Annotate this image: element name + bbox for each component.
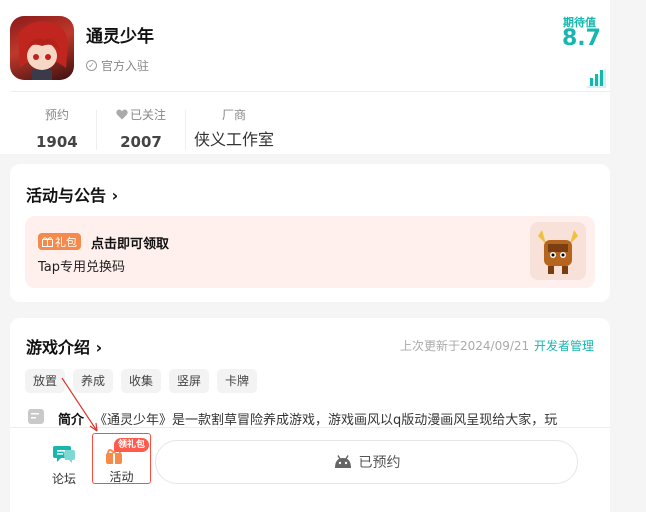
reservations-count: 1904 bbox=[36, 133, 78, 151]
summary-label: 简介 bbox=[58, 413, 85, 428]
activity-label: 活动 bbox=[109, 470, 134, 484]
gift-icon bbox=[42, 237, 53, 247]
intro-title[interactable]: 游戏介绍 › bbox=[26, 334, 102, 358]
activities-title[interactable]: 活动与公告 › bbox=[26, 182, 118, 206]
followed-label: 已关注 bbox=[130, 108, 167, 122]
gift-badge: 领礼包 bbox=[114, 438, 150, 452]
tag-chip[interactable]: 养成 bbox=[73, 369, 114, 393]
developer-manage-link[interactable]: 开发者管理 bbox=[534, 337, 594, 354]
tag-chip[interactable]: 放置 bbox=[25, 369, 66, 393]
heart-icon bbox=[116, 109, 128, 120]
game-header-card: 通灵少年 ✓ 官方入驻 期待值 8.7 预约 1904 已关注 2007 厂商 … bbox=[0, 0, 610, 154]
gift-character-art bbox=[530, 222, 586, 280]
tag-chip[interactable]: 收集 bbox=[121, 369, 162, 393]
reservations-stat: 预约 1904 bbox=[36, 106, 78, 151]
forum-label: 论坛 bbox=[51, 472, 76, 486]
document-icon bbox=[28, 409, 44, 424]
gift-banner[interactable]: 礼包 点击即可领取 Tap专用兑换码 bbox=[25, 216, 595, 288]
game-title: 通灵少年 bbox=[86, 27, 154, 47]
developer-label: 厂商 bbox=[222, 108, 247, 122]
forum-button[interactable]: 论坛 bbox=[50, 444, 78, 487]
summary-text: 《通灵少年》是一款割草冒险养成游戏，游戏画风以q版动漫画风呈现给大家，玩 bbox=[94, 413, 558, 428]
stat-divider bbox=[185, 110, 186, 150]
update-time: 上次更新于2024/09/21 bbox=[400, 339, 530, 353]
bottom-action-bar: 论坛 领礼包 活动 已预约 bbox=[10, 427, 610, 512]
official-label: 官方入驻 bbox=[101, 59, 150, 73]
gift-title: 点击即可领取 bbox=[91, 237, 170, 252]
score-trend-icon bbox=[586, 68, 606, 88]
reserved-label: 已预约 bbox=[358, 455, 401, 471]
gift-code-label: Tap专用兑换码 bbox=[38, 260, 126, 275]
tag-chip[interactable]: 卡牌 bbox=[217, 369, 258, 393]
reserved-button[interactable]: 已预约 bbox=[155, 440, 578, 484]
followers-stat[interactable]: 已关注 2007 bbox=[116, 106, 166, 151]
reservations-label: 预约 bbox=[44, 108, 69, 122]
verified-check-icon: ✓ bbox=[86, 60, 97, 71]
tag-chip[interactable]: 竖屏 bbox=[169, 369, 210, 393]
followers-count: 2007 bbox=[120, 133, 162, 151]
game-app-icon[interactable] bbox=[10, 16, 74, 80]
activity-button[interactable]: 领礼包 活动 bbox=[92, 433, 151, 484]
header-divider bbox=[10, 91, 610, 92]
developer-name[interactable]: 侠义工作室 bbox=[194, 126, 274, 150]
official-badge: ✓ 官方入驻 bbox=[86, 57, 149, 74]
android-icon bbox=[334, 455, 351, 468]
expectation-score: 8.7 bbox=[562, 26, 601, 51]
forum-chat-icon bbox=[53, 446, 75, 463]
stat-divider bbox=[96, 110, 97, 150]
gift-tag: 礼包 bbox=[38, 233, 81, 250]
gift-tag-label: 礼包 bbox=[55, 235, 77, 249]
